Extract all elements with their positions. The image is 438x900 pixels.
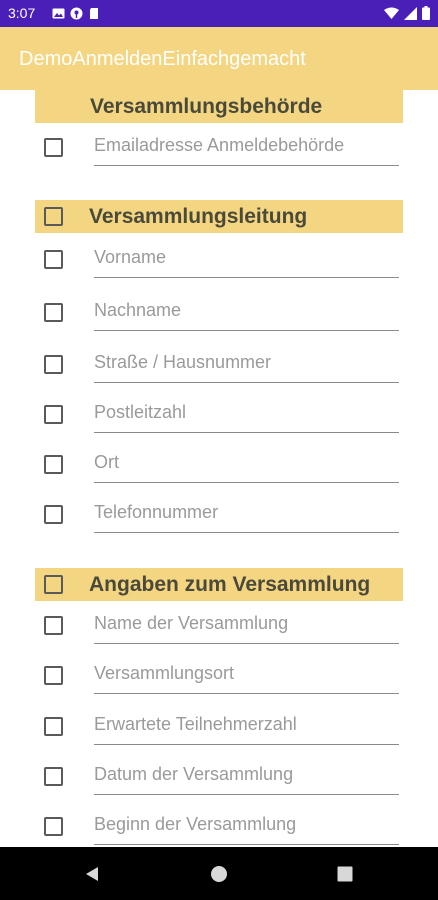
field-postleitzahl[interactable]: [94, 397, 399, 433]
checkbox-datum[interactable]: [44, 767, 63, 786]
field-emailadresse[interactable]: [94, 130, 399, 166]
back-button[interactable]: [62, 847, 122, 900]
field-ort[interactable]: [94, 447, 399, 483]
home-button[interactable]: [189, 847, 249, 900]
checkbox-postleitzahl[interactable]: [44, 405, 63, 424]
signal-icon: [404, 6, 417, 20]
teilnehmerzahl-input[interactable]: [94, 709, 399, 739]
status-bar: 3:07: [0, 0, 438, 27]
strasse-input[interactable]: [94, 347, 399, 377]
section-title: Angaben zum Versammlung: [89, 573, 371, 596]
field-beginn[interactable]: [94, 809, 399, 845]
checkbox-vorname[interactable]: [44, 250, 63, 269]
battery-icon: [422, 6, 430, 20]
recents-button[interactable]: [315, 847, 375, 900]
section-header-versammlungsbehoerde: Versammlungsbehörde: [35, 90, 403, 123]
section-header-versammlungsleitung: Versammlungsleitung: [35, 200, 403, 233]
telefonnummer-input[interactable]: [94, 497, 399, 527]
section-header-angaben: Angaben zum Versammlung: [35, 568, 403, 601]
app-title: DemoAnmeldenEinfachgemacht: [19, 48, 306, 70]
field-telefonnummer[interactable]: [94, 497, 399, 533]
section-checkbox-angaben[interactable]: [44, 575, 63, 594]
vorname-input[interactable]: [94, 242, 399, 272]
back-icon: [86, 866, 98, 881]
checkbox-ort[interactable]: [44, 455, 63, 474]
section-checkbox-versammlungsleitung[interactable]: [44, 207, 63, 226]
datum-input[interactable]: [94, 759, 399, 789]
field-name-versammlung[interactable]: [94, 608, 399, 644]
home-icon: [211, 865, 227, 882]
field-nachname[interactable]: [94, 295, 399, 331]
versammlungsort-input[interactable]: [94, 658, 399, 688]
field-versammlungsort[interactable]: [94, 658, 399, 694]
ort-input[interactable]: [94, 447, 399, 477]
image-icon: [52, 8, 65, 19]
sd-card-icon: [90, 8, 98, 19]
recents-icon: [337, 866, 353, 881]
section-title: Versammlungsleitung: [89, 205, 308, 228]
postleitzahl-input[interactable]: [94, 397, 399, 427]
checkbox-beginn[interactable]: [44, 817, 63, 836]
field-strasse[interactable]: [94, 347, 399, 383]
field-teilnehmerzahl[interactable]: [94, 709, 399, 745]
wifi-icon: [384, 7, 399, 19]
form-content[interactable]: Versammlungsbehörde Versammlungsleitung …: [0, 90, 438, 847]
checkbox-name-versammlung[interactable]: [44, 616, 63, 635]
status-time: 3:07: [8, 5, 36, 21]
checkbox-nachname[interactable]: [44, 303, 63, 322]
checkbox-strasse[interactable]: [44, 355, 63, 374]
checkbox-versammlungsort[interactable]: [44, 666, 63, 685]
podcast-icon: [70, 7, 83, 20]
name-versammlung-input[interactable]: [94, 608, 399, 638]
field-vorname[interactable]: [94, 242, 399, 278]
emailadresse-input[interactable]: [94, 130, 399, 160]
checkbox-telefonnummer[interactable]: [44, 505, 63, 524]
nachname-input[interactable]: [94, 295, 399, 325]
navigation-bar: [0, 847, 438, 900]
beginn-input[interactable]: [94, 809, 399, 839]
field-datum[interactable]: [94, 759, 399, 795]
checkbox-emailadresse[interactable]: [44, 138, 63, 157]
app-bar: DemoAnmeldenEinfachgemacht: [0, 27, 438, 90]
checkbox-teilnehmerzahl[interactable]: [44, 717, 63, 736]
section-title: Versammlungsbehörde: [90, 95, 323, 118]
